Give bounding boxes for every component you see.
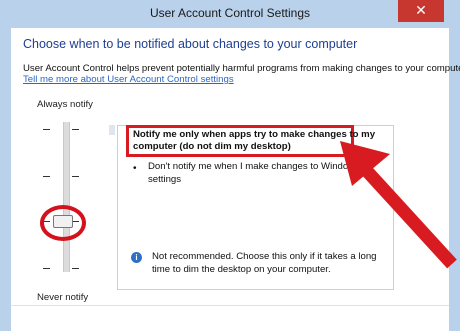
slider-tick xyxy=(72,129,79,130)
window-title: User Account Control Settings xyxy=(149,6,311,20)
close-button[interactable]: ✕ xyxy=(398,0,444,22)
info-icon: i xyxy=(131,252,142,263)
setting-note: Not recommended. Choose this only if it … xyxy=(152,250,377,276)
setting-point-line1: Don't notify me when I make changes to W… xyxy=(148,161,360,172)
setting-headline-line2: computer (do not dim my desktop) xyxy=(133,140,291,152)
slider-tick xyxy=(72,268,79,269)
window-frame-left xyxy=(0,28,11,331)
setting-point: Don't notify me when I make changes to W… xyxy=(148,160,360,186)
always-notify-label: Always notify xyxy=(37,99,93,110)
never-notify-label: Never notify xyxy=(37,292,89,303)
setting-note-line2: time to dim the desktop on your computer… xyxy=(152,264,331,275)
slider-tick xyxy=(43,176,50,177)
setting-note-line1: Not recommended. Choose this only if it … xyxy=(152,251,377,262)
close-icon: ✕ xyxy=(415,2,427,18)
bullet-icon: • xyxy=(133,163,137,174)
setting-headline: Notify me only when apps try to make cha… xyxy=(133,129,375,152)
panel-pointer xyxy=(109,125,115,135)
setting-headline-highlight: Notify me only when apps try to make cha… xyxy=(126,125,375,157)
setting-headline-line1: Notify me only when apps try to make cha… xyxy=(133,129,376,140)
title-bar: User Account Control Settings ✕ xyxy=(0,0,460,28)
description-text: User Account Control helps prevent poten… xyxy=(23,63,460,74)
slider-tick xyxy=(43,268,50,269)
learn-more-link[interactable]: Tell me more about User Account Control … xyxy=(23,74,234,85)
slider-tick xyxy=(43,129,50,130)
setting-point-line2: settings xyxy=(148,174,182,185)
slider-tick xyxy=(72,176,79,177)
page-heading: Choose when to be notified about changes… xyxy=(23,37,358,51)
divider xyxy=(11,305,449,306)
slider-track[interactable] xyxy=(63,122,70,272)
red-circle-annotation xyxy=(40,205,86,241)
